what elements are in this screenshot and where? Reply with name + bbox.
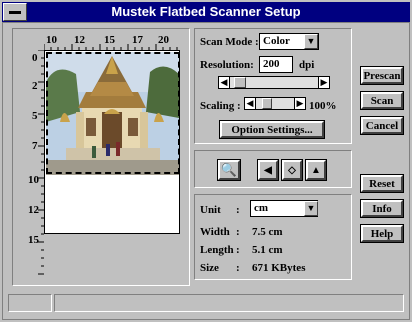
ruler-tick: 5 [32, 110, 38, 122]
size-label: Size [200, 262, 219, 274]
status-panel-main [54, 294, 404, 312]
chevron-down-icon[interactable]: ▼ [304, 34, 318, 49]
resolution-value: 200 [263, 58, 280, 70]
width-separator: : [236, 226, 240, 238]
info-button[interactable]: Info [360, 199, 404, 218]
size-value: 671 KBytes [252, 262, 306, 274]
option-settings-button[interactable]: Option Settings... [219, 120, 325, 139]
help-button[interactable]: Help [360, 224, 404, 243]
scaling-value: 100% [309, 100, 337, 112]
left-arrow-icon[interactable]: ◀ [244, 97, 256, 110]
status-panel-left [8, 294, 52, 312]
system-menu-button[interactable] [3, 3, 27, 21]
title-bar: Mustek Flatbed Scanner Setup [2, 2, 410, 22]
ruler-tick: 0 [32, 52, 38, 64]
scaling-label: Scaling : [200, 100, 241, 112]
box-icon[interactable]: ◇ [281, 159, 303, 181]
chevron-down-icon[interactable]: ▼ [304, 201, 318, 216]
length-separator: : [236, 244, 240, 256]
unit-label: Unit [200, 204, 221, 216]
size-separator: : [236, 262, 240, 274]
image-icon[interactable]: ▲ [305, 159, 327, 181]
window-title: Mustek Flatbed Scanner Setup [111, 4, 301, 19]
right-arrow-icon[interactable]: ▶ [294, 97, 306, 110]
left-arrow-icon[interactable]: ◀ [218, 76, 230, 89]
unit-value: cm [254, 202, 269, 214]
magnifier-icon[interactable]: 🔍 [217, 159, 241, 181]
scan-button[interactable]: Scan [360, 91, 404, 110]
slider-thumb[interactable] [234, 77, 246, 88]
reset-button[interactable]: Reset [360, 174, 404, 193]
scan-area-selection[interactable] [46, 52, 180, 174]
ruler-tick: 2 [32, 80, 38, 92]
resolution-label: Resolution: [200, 59, 254, 71]
slider-thumb[interactable] [262, 98, 272, 109]
width-label: Width [200, 226, 230, 238]
right-arrow-icon[interactable]: ▶ [318, 76, 330, 89]
prescan-button[interactable]: Prescan [360, 66, 404, 85]
scan-mode-value: Color [263, 35, 290, 47]
length-label: Length [200, 244, 234, 256]
unit-separator: : [236, 204, 240, 216]
width-value: 7.5 cm [252, 226, 283, 238]
ruler-tick: 7 [32, 140, 38, 152]
scan-mode-label: Scan Mode : [200, 36, 259, 48]
cancel-button[interactable]: Cancel [360, 116, 404, 135]
left-arrow-icon[interactable]: ◀ [257, 159, 279, 181]
length-value: 5.1 cm [252, 244, 283, 256]
resolution-unit: dpi [299, 59, 315, 71]
resolution-input[interactable]: 200 [259, 56, 293, 73]
